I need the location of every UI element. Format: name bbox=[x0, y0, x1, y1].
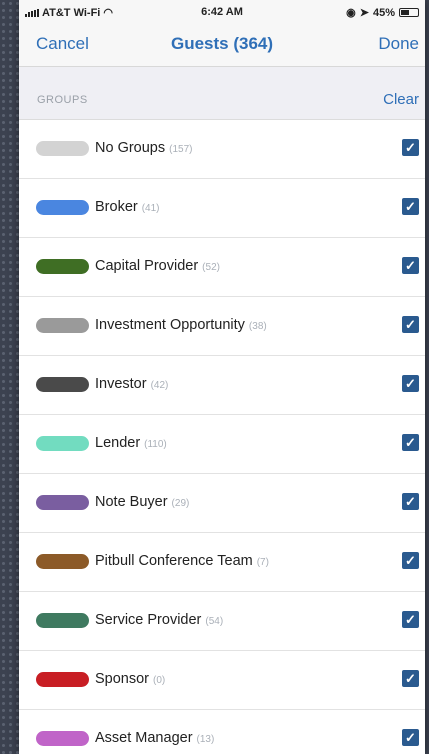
group-label: Note Buyer (29) bbox=[95, 494, 189, 510]
group-count: (157) bbox=[169, 144, 193, 155]
phone-screen: AT&T Wi-Fi ◠ 6:42 AM ◉ ➤ 45% Cancel Gues… bbox=[19, 0, 425, 754]
group-row[interactable]: Asset Manager (13) ✓ bbox=[19, 710, 425, 754]
group-label: No Groups (157) bbox=[95, 140, 192, 156]
group-row[interactable]: Service Provider (54) ✓ bbox=[19, 592, 425, 651]
group-color-swatch bbox=[36, 318, 89, 333]
group-label: Capital Provider (52) bbox=[95, 258, 220, 274]
status-right: ◉ ➤ 45% bbox=[346, 6, 419, 19]
group-name: Sponsor bbox=[95, 671, 150, 687]
checkbox-checked-icon[interactable]: ✓ bbox=[402, 139, 419, 156]
group-label: Lender (110) bbox=[95, 435, 167, 451]
group-row[interactable]: Investor (42) ✓ bbox=[19, 356, 425, 415]
clear-button[interactable]: Clear bbox=[383, 91, 419, 108]
group-color-swatch bbox=[36, 672, 89, 687]
group-name: Pitbull Conference Team bbox=[95, 553, 253, 569]
group-name: Service Provider bbox=[95, 612, 202, 628]
group-list: No Groups (157) ✓ Broker (41) ✓ Capital Provid… bbox=[19, 120, 425, 754]
section-title: GROUPS bbox=[37, 94, 88, 106]
group-row[interactable]: Note Buyer (29) ✓ bbox=[19, 474, 425, 533]
checkbox-checked-icon[interactable]: ✓ bbox=[402, 611, 419, 628]
group-color-swatch bbox=[36, 200, 89, 215]
group-count: (7) bbox=[256, 557, 269, 568]
group-label: Investment Opportunity (38) bbox=[95, 317, 267, 333]
checkbox-checked-icon[interactable]: ✓ bbox=[402, 729, 419, 746]
group-count: (38) bbox=[248, 321, 267, 332]
group-color-swatch bbox=[36, 436, 89, 451]
group-color-swatch bbox=[36, 141, 89, 156]
group-label: Pitbull Conference Team (7) bbox=[95, 553, 269, 569]
group-color-swatch bbox=[36, 377, 89, 392]
checkbox-checked-icon[interactable]: ✓ bbox=[402, 198, 419, 215]
group-count: (110) bbox=[144, 439, 167, 450]
checkbox-checked-icon[interactable]: ✓ bbox=[402, 316, 419, 333]
group-color-swatch bbox=[36, 613, 89, 628]
group-count: (13) bbox=[196, 734, 215, 745]
nav-bar: Cancel Guests (364) Done bbox=[19, 24, 425, 67]
group-label: Asset Manager (13) bbox=[95, 730, 214, 746]
group-row[interactable]: Investment Opportunity (38) ✓ bbox=[19, 297, 425, 356]
group-color-swatch bbox=[36, 495, 89, 510]
group-name: Investment Opportunity bbox=[95, 317, 245, 333]
checkbox-checked-icon[interactable]: ✓ bbox=[402, 670, 419, 687]
group-label: Investor (42) bbox=[95, 376, 168, 392]
group-color-swatch bbox=[36, 554, 89, 569]
battery-icon bbox=[399, 8, 419, 17]
group-row[interactable]: No Groups (157) ✓ bbox=[19, 120, 425, 179]
group-count: (54) bbox=[205, 616, 224, 627]
group-name: Note Buyer bbox=[95, 494, 168, 510]
group-row[interactable]: Broker (41) ✓ bbox=[19, 179, 425, 238]
group-label: Service Provider (54) bbox=[95, 612, 223, 628]
group-count: (29) bbox=[171, 498, 190, 509]
group-name: Capital Provider bbox=[95, 258, 199, 274]
checkbox-checked-icon[interactable]: ✓ bbox=[402, 375, 419, 392]
group-row[interactable]: Pitbull Conference Team (7) ✓ bbox=[19, 533, 425, 592]
checkbox-checked-icon[interactable]: ✓ bbox=[402, 552, 419, 569]
group-name: Lender bbox=[95, 435, 141, 451]
location-icon: ➤ bbox=[359, 7, 369, 19]
group-name: No Groups bbox=[95, 140, 166, 156]
group-label: Broker (41) bbox=[95, 199, 160, 215]
group-count: (0) bbox=[153, 675, 166, 686]
group-name: Broker bbox=[95, 199, 138, 215]
group-color-swatch bbox=[36, 731, 89, 746]
groups-section-header: GROUPS Clear bbox=[19, 67, 425, 120]
checkbox-checked-icon[interactable]: ✓ bbox=[402, 493, 419, 510]
group-color-swatch bbox=[36, 259, 89, 274]
group-count: (42) bbox=[150, 380, 169, 391]
group-label: Sponsor (0) bbox=[95, 671, 165, 687]
group-row[interactable]: Sponsor (0) ✓ bbox=[19, 651, 425, 710]
alarm-icon: ◉ bbox=[346, 7, 356, 19]
battery-percent: 45% bbox=[372, 6, 395, 19]
checkbox-checked-icon[interactable]: ✓ bbox=[402, 257, 419, 274]
group-count: (41) bbox=[141, 203, 160, 214]
done-button[interactable]: Done bbox=[378, 34, 419, 54]
checkbox-checked-icon[interactable]: ✓ bbox=[402, 434, 419, 451]
group-name: Investor bbox=[95, 376, 147, 392]
group-row[interactable]: Lender (110) ✓ bbox=[19, 415, 425, 474]
page-title: Guests (364) bbox=[170, 34, 274, 53]
group-count: (52) bbox=[202, 262, 220, 273]
group-row[interactable]: Capital Provider (52) ✓ bbox=[19, 238, 425, 297]
group-name: Asset Manager bbox=[95, 730, 193, 746]
status-bar: AT&T Wi-Fi ◠ 6:42 AM ◉ ➤ 45% bbox=[19, 0, 425, 24]
